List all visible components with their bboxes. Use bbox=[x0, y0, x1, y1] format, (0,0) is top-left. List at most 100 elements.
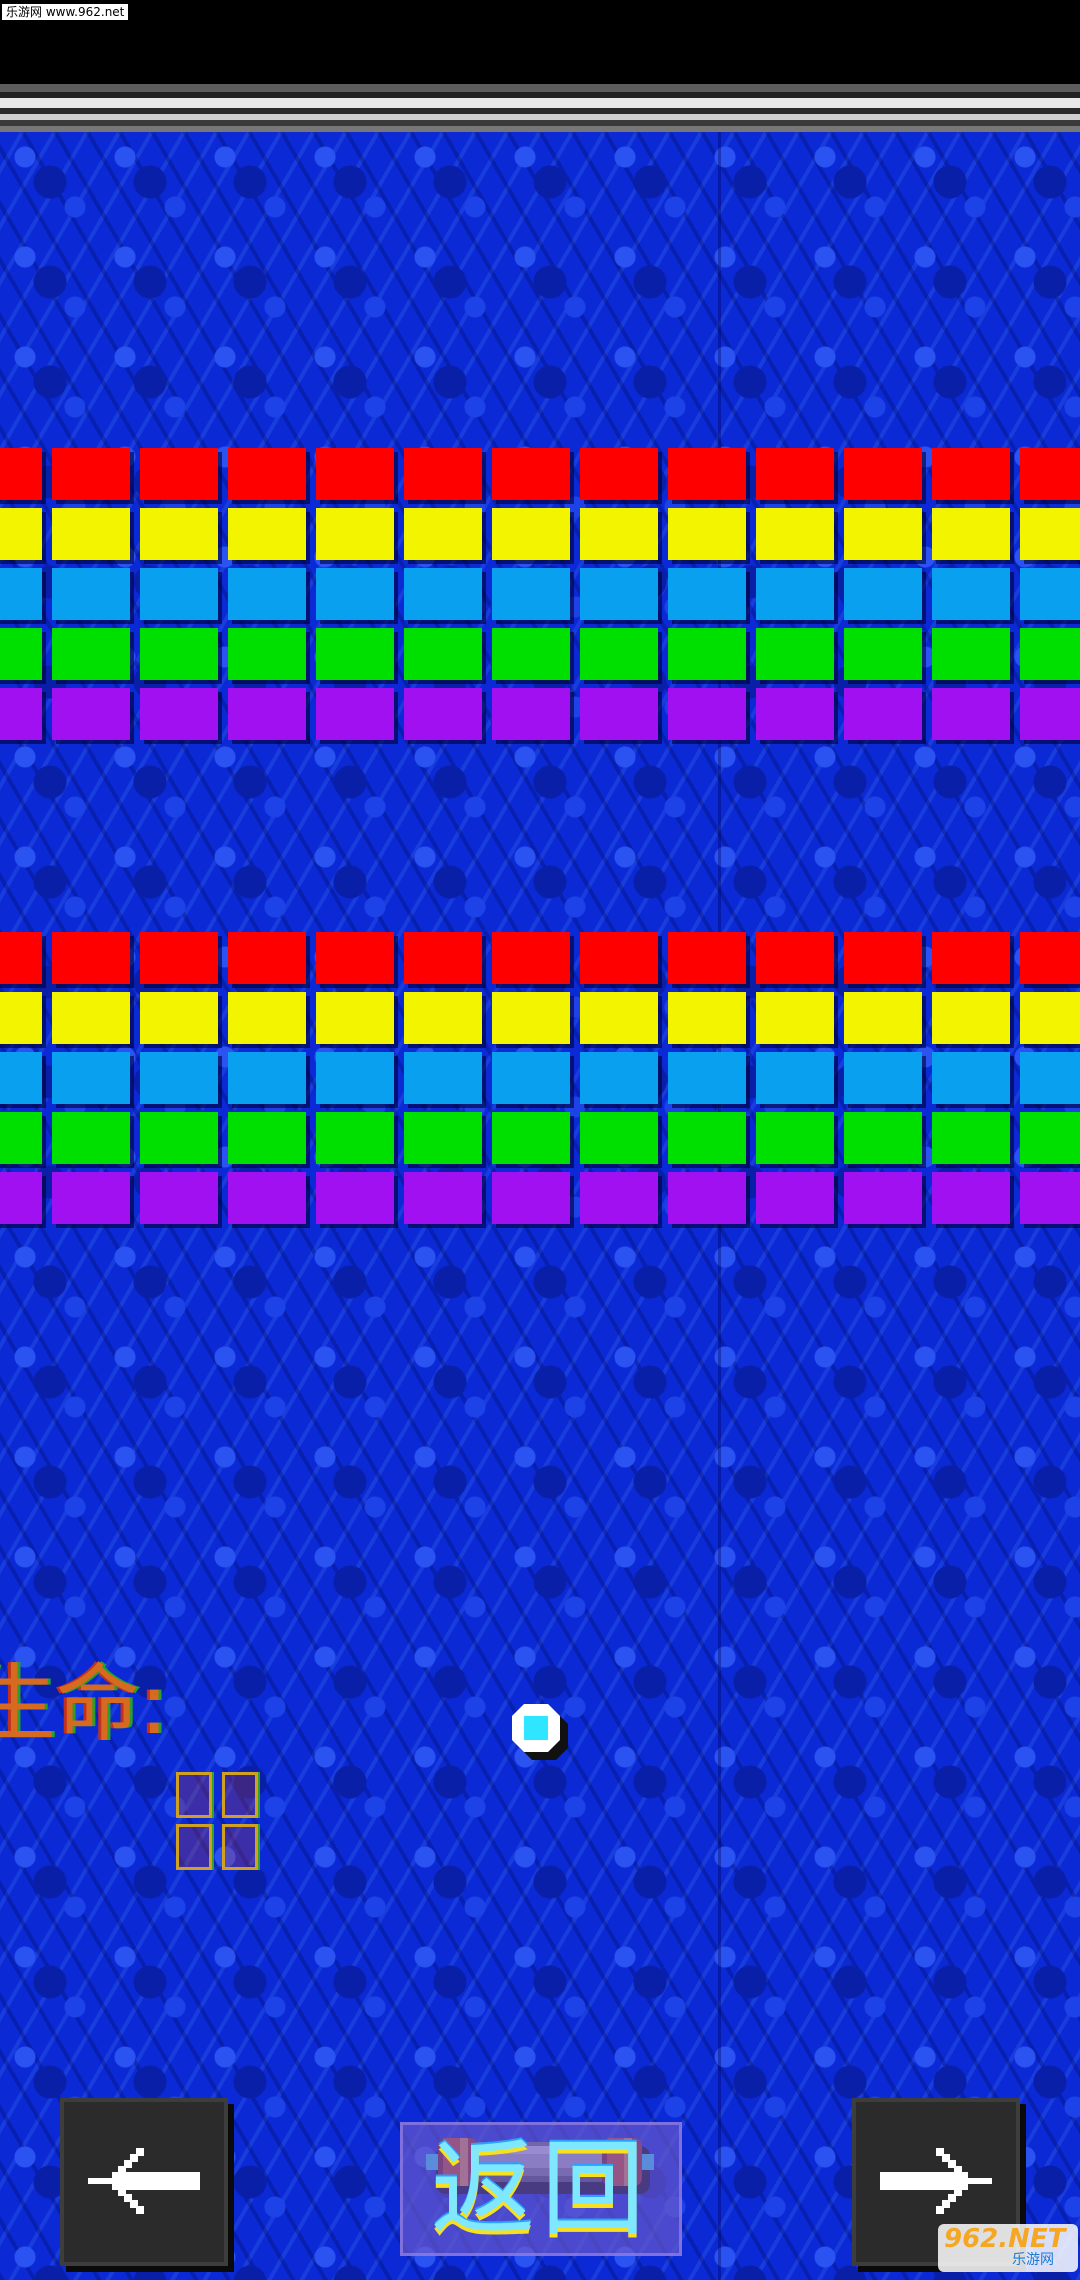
life-icon bbox=[176, 1824, 212, 1870]
brick-cyan bbox=[668, 568, 746, 620]
brick-yellow bbox=[140, 508, 218, 560]
brick-purple bbox=[580, 1172, 658, 1224]
brick-yellow bbox=[756, 992, 834, 1044]
brick-red bbox=[140, 448, 218, 500]
brick-cyan bbox=[756, 568, 834, 620]
brick-green bbox=[228, 628, 306, 680]
brick-cyan bbox=[932, 1052, 1010, 1104]
brick-green bbox=[316, 1112, 394, 1164]
top-black-bar: 乐游网 www.962.net bbox=[0, 0, 1080, 84]
brick-green bbox=[844, 1112, 922, 1164]
brick-purple bbox=[580, 688, 658, 740]
brick-yellow bbox=[316, 992, 394, 1044]
source-label: 乐游网 www.962.net bbox=[2, 4, 129, 20]
brick-green bbox=[404, 628, 482, 680]
brick-purple bbox=[52, 688, 130, 740]
brick-yellow bbox=[668, 992, 746, 1044]
brick-red bbox=[668, 932, 746, 984]
ball-core bbox=[524, 1716, 548, 1740]
brick-purple bbox=[0, 1172, 42, 1224]
brick-purple bbox=[140, 1172, 218, 1224]
brick-yellow bbox=[140, 992, 218, 1044]
brick-red bbox=[0, 932, 42, 984]
brick-green bbox=[932, 628, 1010, 680]
brick-green bbox=[756, 628, 834, 680]
brick-cyan bbox=[0, 1052, 42, 1104]
brick-yellow bbox=[52, 508, 130, 560]
brick-purple bbox=[0, 688, 42, 740]
brick-green bbox=[0, 628, 42, 680]
brick-green bbox=[52, 1112, 130, 1164]
watermark-sub: 乐游网 bbox=[1012, 2252, 1054, 2268]
brick-yellow bbox=[0, 508, 42, 560]
brick-yellow bbox=[844, 508, 922, 560]
brick-cyan bbox=[844, 568, 922, 620]
brick-red bbox=[316, 448, 394, 500]
return-button[interactable]: 返回 bbox=[400, 2122, 682, 2256]
brick-yellow bbox=[844, 992, 922, 1044]
watermark: 962.NET 乐游网 bbox=[938, 2224, 1078, 2272]
brick-cyan bbox=[1020, 568, 1080, 620]
brick-yellow bbox=[1020, 508, 1080, 560]
brick-yellow bbox=[1020, 992, 1080, 1044]
brick-red bbox=[844, 448, 922, 500]
brick-cyan bbox=[52, 1052, 130, 1104]
brick-red bbox=[668, 448, 746, 500]
top-rail bbox=[0, 84, 1080, 132]
brick-cyan bbox=[404, 1052, 482, 1104]
life-icon bbox=[176, 1772, 212, 1818]
brick-yellow bbox=[932, 992, 1010, 1044]
arrow-left-icon bbox=[88, 2148, 200, 2214]
brick-green bbox=[580, 1112, 658, 1164]
lives-label: 生命: bbox=[0, 1655, 169, 1753]
brick-purple bbox=[668, 688, 746, 740]
brick-green bbox=[404, 1112, 482, 1164]
brick-purple bbox=[844, 1172, 922, 1224]
brick-yellow bbox=[492, 992, 570, 1044]
brick-cyan bbox=[580, 1052, 658, 1104]
game-field[interactable]: 生命: bbox=[0, 132, 1080, 2280]
brick-green bbox=[140, 628, 218, 680]
lives-icons bbox=[176, 1772, 306, 1882]
brick-yellow bbox=[932, 508, 1010, 560]
brick-red bbox=[228, 932, 306, 984]
brick-cyan bbox=[316, 568, 394, 620]
brick-purple bbox=[52, 1172, 130, 1224]
brick-cyan bbox=[228, 568, 306, 620]
brick-green bbox=[668, 1112, 746, 1164]
brick-cyan bbox=[404, 568, 482, 620]
brick-green bbox=[844, 628, 922, 680]
brick-red bbox=[1020, 448, 1080, 500]
brick-cyan bbox=[1020, 1052, 1080, 1104]
brick-red bbox=[932, 448, 1010, 500]
brick-purple bbox=[756, 1172, 834, 1224]
brick-cyan bbox=[580, 568, 658, 620]
brick-purple bbox=[140, 688, 218, 740]
brick-green bbox=[1020, 628, 1080, 680]
brick-purple bbox=[316, 1172, 394, 1224]
brick-cyan bbox=[140, 568, 218, 620]
brick-red bbox=[932, 932, 1010, 984]
ball bbox=[512, 1704, 568, 1760]
brick-purple bbox=[404, 1172, 482, 1224]
brick-green bbox=[492, 1112, 570, 1164]
brick-red bbox=[580, 932, 658, 984]
brick-purple bbox=[932, 1172, 1010, 1224]
brick-purple bbox=[668, 1172, 746, 1224]
brick-green bbox=[1020, 1112, 1080, 1164]
brick-yellow bbox=[228, 508, 306, 560]
brick-purple bbox=[228, 1172, 306, 1224]
brick-purple bbox=[492, 688, 570, 740]
brick-cyan bbox=[52, 568, 130, 620]
brick-red bbox=[52, 932, 130, 984]
brick-yellow bbox=[580, 992, 658, 1044]
move-left-button[interactable] bbox=[60, 2098, 228, 2266]
brick-green bbox=[492, 628, 570, 680]
brick-red bbox=[756, 932, 834, 984]
life-icon bbox=[222, 1824, 258, 1870]
brick-green bbox=[756, 1112, 834, 1164]
brick-red bbox=[228, 448, 306, 500]
brick-purple bbox=[844, 688, 922, 740]
brick-cyan bbox=[668, 1052, 746, 1104]
brick-red bbox=[492, 448, 570, 500]
